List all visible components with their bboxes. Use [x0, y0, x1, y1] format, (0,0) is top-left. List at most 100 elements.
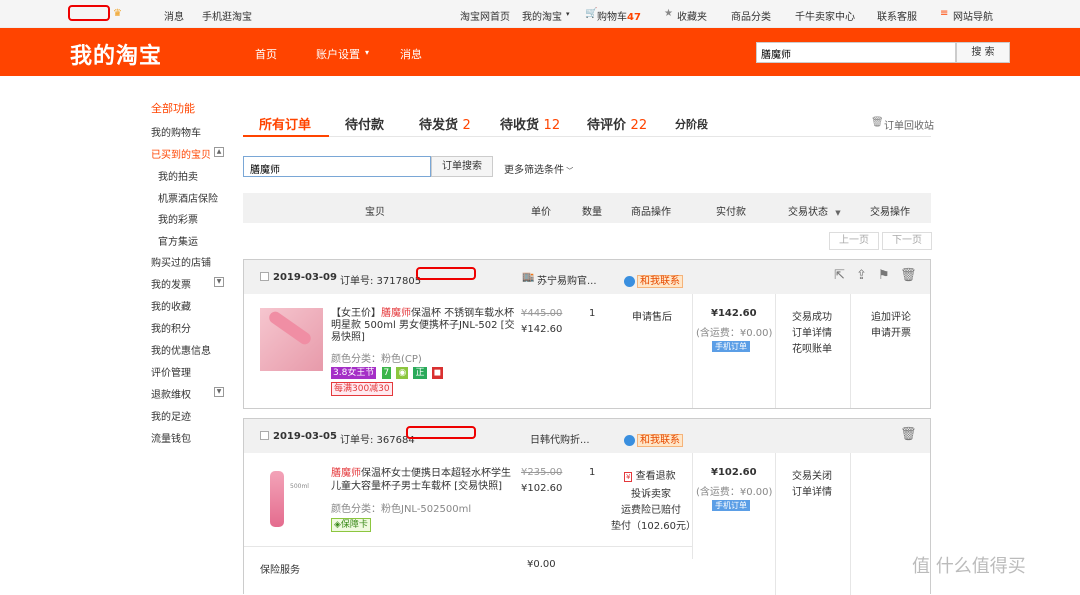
product-spec: 颜色分类：粉色JNL-502500ml [331, 504, 472, 515]
tab-label: 待评价 [587, 118, 627, 133]
share-icon[interactable]: ⇱ [834, 268, 845, 283]
topbar-categories[interactable]: 商品分类 [731, 8, 771, 23]
nav-account-settings[interactable]: 账户设置 [316, 46, 360, 62]
order-detail-link[interactable]: 订单详情 [792, 324, 832, 339]
expand-icon[interactable]: ▼ [214, 387, 224, 397]
tab-pending-payment[interactable]: 待付款 [345, 114, 384, 133]
product-image[interactable]: 500ml [260, 467, 323, 530]
contact-seller[interactable]: 和我联系 [624, 272, 683, 288]
tab-pending-receipt[interactable]: 待收货 12 [500, 114, 560, 133]
order-number: 订单号: 3717805 [340, 276, 422, 287]
huabei-bill-link[interactable]: 花呗账单 [792, 340, 832, 355]
tab-label: 所有订单 [259, 118, 312, 133]
topbar-home[interactable]: 淘宝网首页 [460, 8, 510, 23]
th-status[interactable]: 交易状态 ▼ [788, 203, 841, 218]
product-title-line2: 明星款 500ml 男女便携杯子JNL-502 [交 [331, 320, 515, 331]
view-refund-link[interactable]: ¥ 查看退款 [624, 467, 676, 482]
protection-card-label: 保障卡 [340, 520, 368, 530]
sidebar-item-purchased[interactable]: 已买到的宝贝 [151, 146, 211, 161]
shipping-icon: ◼ [431, 367, 444, 379]
sidebar-item-points[interactable]: 我的积分 [151, 320, 191, 335]
shop-name[interactable]: 苏宁易购官... [537, 272, 597, 287]
topbar-site-nav[interactable]: 网站导航 [953, 8, 993, 23]
upload-icon[interactable]: ⇪ [856, 268, 867, 283]
order-header: 2019-03-09 订单号: 3717805 🏬 苏宁易购官... 和我联系 … [244, 260, 930, 294]
promo-tags: 3.8女王节 7 ◉ 正 ◼ [331, 367, 445, 379]
product-title[interactable]: 【女王价】膳魔师保温杯 不锈钢车载水杯 明星款 500ml 男女便携杯子JNL-… [331, 308, 515, 344]
shipping-fee: (含运费：¥0.00) [696, 328, 773, 339]
prev-page-button[interactable]: 上一页 [829, 232, 879, 250]
sidebar-item-travel[interactable]: 机票酒店保险 [158, 190, 218, 205]
collapse-icon[interactable]: ▲ [214, 147, 224, 157]
insurance-label: 保险服务 [260, 565, 300, 576]
order-search-button[interactable]: 订单搜索 [431, 156, 493, 177]
th-item: 宝贝 [365, 207, 385, 218]
tab-active-indicator [243, 135, 329, 137]
product-title-part: 保温杯 不锈钢车载水杯 [411, 308, 515, 319]
topbar-messages[interactable]: 消息 [164, 8, 184, 23]
product-title[interactable]: 膳魔师保温杯女士便携日本超轻水杯学生 儿童大容量杯子男士车载杯 [交易快照] [331, 467, 511, 493]
contact-seller[interactable]: 和我联系 [624, 431, 683, 447]
sidebar-item-favorites[interactable]: 我的收藏 [151, 298, 191, 313]
order-number-redacted [416, 267, 476, 280]
chevron-down-icon: ▾ [365, 48, 370, 57]
column-divider [850, 453, 851, 595]
expand-icon[interactable]: ▼ [214, 277, 224, 287]
order-search-input[interactable]: 膳魔师 [243, 156, 431, 177]
product-image[interactable] [260, 308, 323, 371]
sidebar-item-footprint[interactable]: 我的足迹 [151, 408, 191, 423]
order-checkbox[interactable] [260, 272, 269, 281]
nav-messages[interactable]: 消息 [400, 46, 422, 62]
topbar-my-taobao[interactable]: 我的淘宝 [522, 8, 562, 23]
wangwang-icon [624, 275, 635, 287]
shop-name[interactable]: 日韩代购折... [530, 431, 590, 446]
topbar-favorites[interactable]: 收藏夹 [677, 8, 707, 23]
sidebar-item-shops[interactable]: 购买过的店铺 [151, 254, 211, 269]
sidebar-item-auction[interactable]: 我的拍卖 [158, 168, 198, 183]
sidebar-item-cart[interactable]: 我的购物车 [151, 124, 201, 139]
topbar-contact-service[interactable]: 联系客服 [877, 8, 917, 23]
recycle-bin-link[interactable]: 订单回收站 [884, 117, 934, 132]
order-detail-link[interactable]: 订单详情 [792, 483, 832, 498]
trash-icon: 🗑 [871, 117, 884, 128]
tab-staged[interactable]: 分阶段 [675, 116, 708, 132]
search-input[interactable]: 膳魔师 [756, 42, 956, 63]
tab-pending-review[interactable]: 待评价 22 [587, 114, 647, 133]
tab-pending-shipment[interactable]: 待发货 2 [419, 114, 471, 133]
crown-icon: ♛ [113, 8, 122, 19]
delete-icon[interactable]: 🗑 [900, 268, 917, 283]
delete-icon[interactable]: 🗑 [900, 427, 917, 442]
complain-seller-link[interactable]: 投诉卖家 [631, 485, 671, 500]
search-button[interactable]: 搜 索 [956, 42, 1010, 63]
product-title-line3: 易快照] [331, 332, 365, 343]
caret-down-icon: ▼ [835, 209, 841, 217]
request-invoice-link[interactable]: 申请开票 [871, 324, 911, 339]
th-item-action: 商品操作 [631, 207, 671, 218]
sidebar-item-lottery[interactable]: 我的彩票 [158, 211, 198, 226]
topbar-cart[interactable]: 购物车47 [597, 8, 641, 23]
sidebar-item-reviews[interactable]: 评价管理 [151, 364, 191, 379]
product-brand: 膳魔师 [331, 468, 361, 479]
sidebar-title[interactable]: 全部功能 [151, 100, 195, 116]
order-header: 2019-03-05 订单号: 367684 日韩代购折... 和我联系 🗑 [244, 419, 930, 453]
next-page-button[interactable]: 下一页 [882, 232, 932, 250]
topbar-mobile-taobao[interactable]: 手机逛淘宝 [202, 8, 252, 23]
topbar-seller-center[interactable]: 千牛卖家中心 [795, 8, 855, 23]
th-status-label: 交易状态 [788, 207, 828, 218]
sidebar-item-shipping[interactable]: 官方集运 [158, 233, 198, 248]
flag-icon[interactable]: ⚑ [878, 268, 890, 283]
insurance-paid-text: 运费险已赔付 [621, 505, 681, 516]
nav-home[interactable]: 首页 [255, 46, 277, 62]
tab-all-orders[interactable]: 所有订单 [259, 114, 311, 133]
more-filters-link[interactable]: 更多筛选条件 ﹀ [504, 161, 573, 176]
sidebar-item-refunds[interactable]: 退款维权 [151, 386, 191, 401]
product-title-line2: 儿童大容量杯子男士车载杯 [交易快照] [331, 481, 502, 492]
sidebar-item-coupons[interactable]: 我的优惠信息 [151, 342, 211, 357]
order-checkbox[interactable] [260, 431, 269, 440]
after-sale-link[interactable]: 申请售后 [632, 308, 672, 323]
product-spec: 颜色分类：粉色(CP) [331, 354, 422, 365]
sidebar-item-data-wallet[interactable]: 流量钱包 [151, 430, 191, 445]
logo[interactable]: 我的淘宝 [70, 38, 162, 70]
add-review-link[interactable]: 追加评论 [871, 308, 911, 323]
sidebar-item-invoice[interactable]: 我的发票 [151, 276, 191, 291]
